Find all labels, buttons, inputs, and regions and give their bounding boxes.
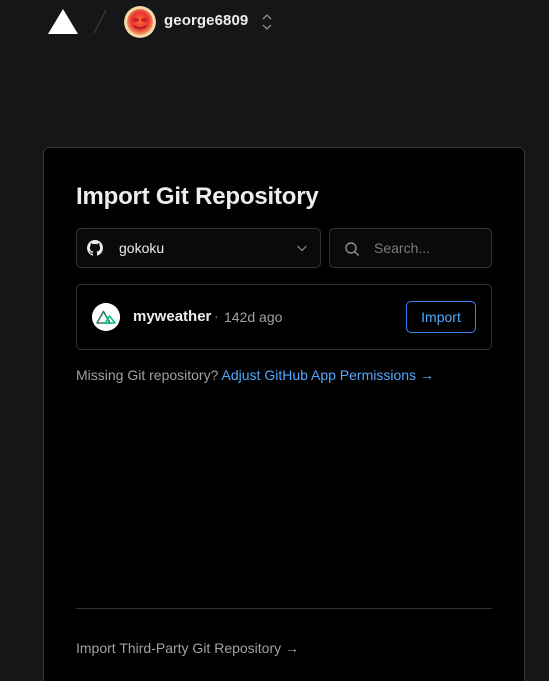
search-icon [345, 242, 359, 256]
top-bar: george6809 [0, 0, 549, 44]
chevron-down-icon [297, 245, 307, 252]
vercel-logo-icon[interactable] [48, 9, 78, 34]
divider [76, 608, 492, 609]
repo-updated: 142d ago [224, 309, 283, 325]
import-card: Import Git Repository gokoku mywea [43, 147, 525, 681]
repo-search [329, 228, 492, 268]
adjust-permissions-link[interactable]: Adjust GitHub App Permissions → [222, 367, 434, 383]
repo-list-item: myweather · 142d ago Import [76, 284, 492, 350]
page-title: Import Git Repository [76, 183, 319, 210]
git-account-value: gokoku [119, 240, 165, 256]
nuxt-logo-icon [92, 303, 120, 331]
git-account-select[interactable]: gokoku [76, 228, 321, 268]
avatar[interactable] [124, 6, 156, 38]
import-third-party-link[interactable]: Import Third-Party Git Repository → [76, 640, 299, 656]
repo-name: myweather [133, 308, 212, 325]
page: george6809 Import Git Repository gokoku [0, 0, 549, 681]
missing-repo-note: Missing Git repository? Adjust GitHub Ap… [76, 367, 434, 383]
breadcrumb-separator-icon [93, 9, 107, 34]
repo-separator: · [214, 308, 219, 324]
github-icon [87, 240, 103, 256]
chevron-up-down-icon[interactable] [261, 13, 273, 31]
missing-repo-text: Missing Git repository? [76, 367, 219, 383]
import-button[interactable]: Import [406, 301, 476, 333]
username[interactable]: george6809 [164, 12, 248, 29]
search-input[interactable] [374, 229, 484, 267]
